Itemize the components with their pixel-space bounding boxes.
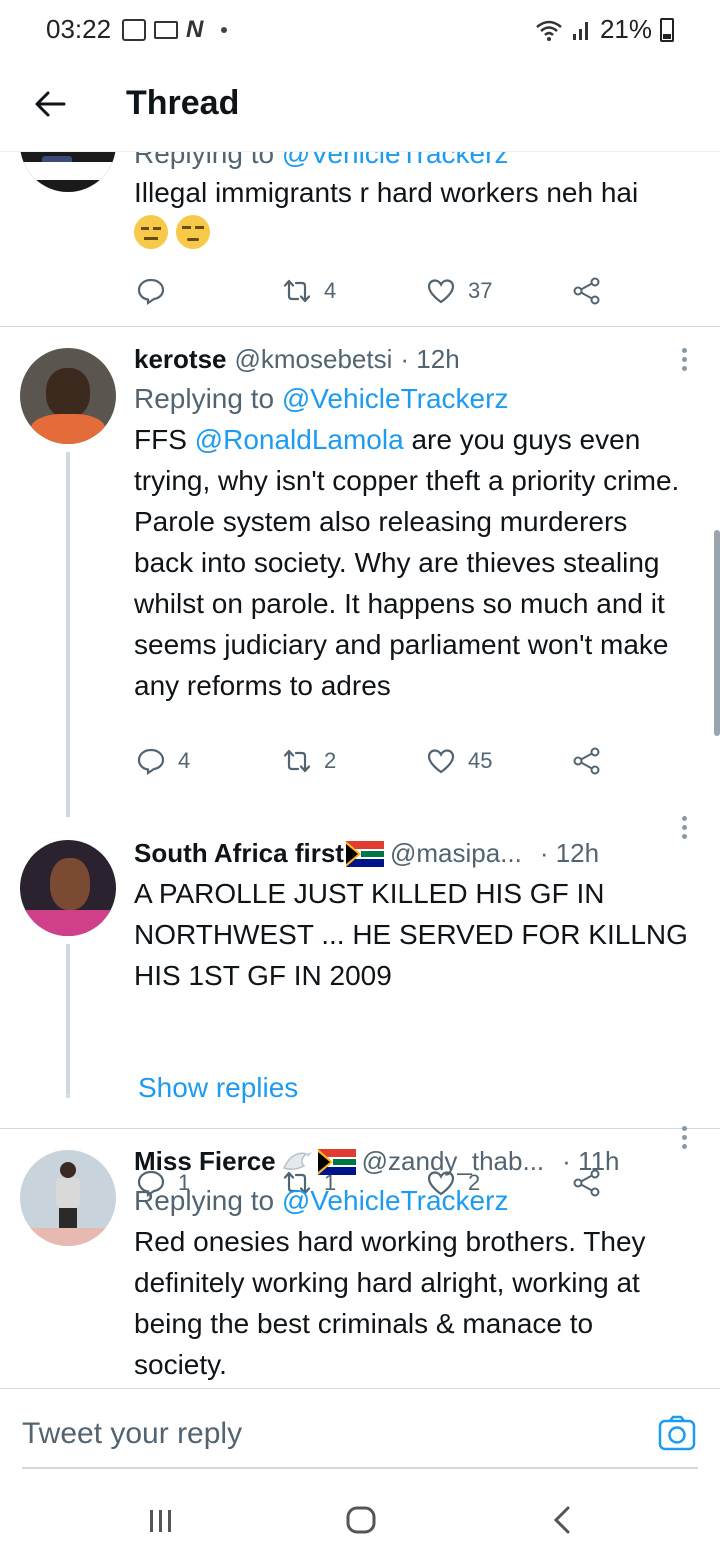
tweet-time: · 12h (539, 838, 600, 868)
retweet-icon (283, 749, 311, 773)
scrollbar[interactable] (714, 530, 720, 736)
show-replies-link[interactable]: Show replies (138, 1072, 298, 1104)
page-title: Thread (126, 84, 240, 122)
reply-button[interactable]: 4 (136, 746, 190, 776)
more-notifications-dot (221, 27, 228, 33)
signal-icon (572, 21, 588, 40)
share-icon (573, 747, 600, 775)
tweet-text: A PAROLLE JUST KILLED HIS GF IN NORTHWES… (134, 878, 688, 991)
reply-input[interactable]: Tweet your reply (22, 1417, 242, 1451)
expressionless-face-emoji (134, 215, 168, 249)
reply-composer[interactable]: Tweet your reply (0, 1388, 720, 1480)
tweet[interactable]: Replying to @VehicleTrackerz Illegal imm… (0, 152, 720, 328)
avatar[interactable] (20, 1150, 116, 1246)
heart-icon (427, 749, 455, 774)
like-button[interactable]: 37 (426, 276, 492, 306)
avatar[interactable] (20, 840, 116, 936)
heart-icon (427, 279, 455, 304)
reply-button[interactable] (136, 276, 178, 306)
share-button[interactable] (572, 276, 602, 306)
app-header: Thread (0, 60, 720, 152)
battery-icon (660, 17, 674, 42)
replying-to: Replying to @VehicleTrackerz (134, 1185, 509, 1216)
reply-icon (137, 278, 165, 306)
back-icon[interactable] (550, 1504, 574, 1536)
thread-connector (66, 452, 70, 817)
thread-content: Replying to @VehicleTrackerz Illegal imm… (0, 152, 720, 1388)
thread-dots (66, 1076, 70, 1103)
south-africa-flag-icon (317, 1148, 356, 1175)
share-icon (573, 277, 600, 305)
back-arrow-icon[interactable] (32, 86, 68, 122)
screen-icon (154, 21, 178, 39)
avatar[interactable] (20, 348, 116, 444)
tweet-text: FFS @RonaldLamola are you guys even tryi… (134, 424, 680, 701)
replying-to: Replying to @VehicleTrackerz (134, 383, 509, 414)
tweet-actions: 4 2 45 (136, 746, 616, 786)
wifi-icon (536, 20, 562, 41)
tweet-time: · 12h (400, 344, 460, 374)
reply-icon (137, 748, 165, 776)
south-africa-flag-icon (345, 840, 384, 867)
user-handle[interactable]: @masipa... (390, 838, 522, 869)
user-handle[interactable]: @zandy_thab... (362, 1146, 545, 1177)
retweet-button[interactable]: 4 (282, 276, 336, 306)
gallery-icon (122, 19, 146, 41)
share-button[interactable] (572, 746, 602, 776)
like-button[interactable]: 45 (426, 746, 492, 776)
dove-emoji-icon (282, 1151, 312, 1170)
home-icon[interactable] (344, 1504, 378, 1536)
tweet[interactable]: kerotse @kmosebetsi · 12h Replying to @V… (0, 328, 720, 817)
system-nav-bar (0, 1480, 720, 1560)
status-time: 03:22 (46, 14, 112, 44)
retweet-button[interactable]: 2 (282, 746, 336, 776)
tweet-time: · 11h (562, 1146, 620, 1176)
divider (0, 1128, 720, 1129)
tweet-actions: 4 37 (136, 276, 616, 316)
composer-underline (22, 1467, 698, 1469)
display-name[interactable]: South Africa first (134, 838, 344, 869)
divider (0, 326, 720, 327)
avatar[interactable] (20, 152, 116, 192)
tweet-text: Illegal immigrants r hard workers neh ha… (134, 177, 639, 208)
display-name[interactable]: Miss Fierce (134, 1146, 276, 1177)
camera-icon[interactable] (658, 1415, 696, 1451)
user-handle[interactable]: @kmosebetsi (235, 344, 393, 375)
retweet-icon (283, 279, 311, 303)
tweet[interactable]: Miss Fierce @zandy_thab... · 11h Replyin… (0, 1126, 720, 1388)
mention-link[interactable]: @RonaldLamola (195, 424, 404, 455)
recent-apps-icon[interactable] (146, 1504, 176, 1536)
replying-to: Replying to @VehicleTrackerz (134, 152, 509, 169)
tweet[interactable]: South Africa first @masipa... · 12h A PA… (0, 816, 720, 1198)
status-bar: 03:22 N 21% (0, 0, 720, 60)
n-notification-icon: N (186, 16, 204, 43)
display-name[interactable]: kerotse (134, 344, 227, 375)
unamused-face-emoji (176, 215, 211, 249)
thread-connector (66, 944, 70, 1094)
tweet-text: Red onesies hard working brothers. They … (134, 1226, 646, 1380)
battery-percent: 21% (599, 14, 652, 44)
